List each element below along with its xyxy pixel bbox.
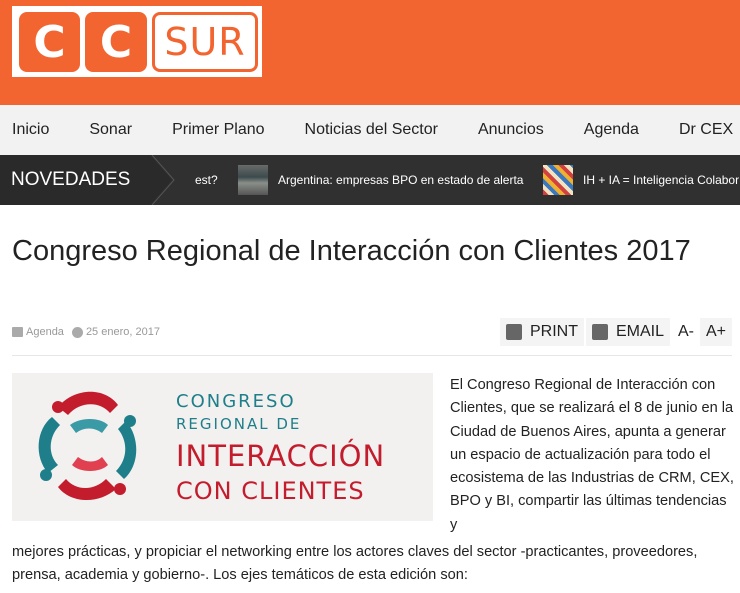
envelope-icon: [591, 324, 608, 340]
news-ticker: NOVEDADES est? Argentina: empresas BPO e…: [0, 155, 740, 205]
figure-line-3: INTERACCIÓN: [176, 439, 386, 473]
main-nav: Inicio Sonar Primer Plano Noticias del S…: [0, 105, 740, 155]
ticker-item-text: IH + IA = Inteligencia Colabor: [583, 173, 740, 187]
folder-icon: [12, 327, 23, 337]
font-increase-button[interactable]: A+: [699, 318, 732, 346]
article-body-part2: mejores prácticas, y propiciar el networ…: [12, 544, 698, 584]
email-label: EMAIL: [615, 323, 664, 340]
logo-letter-c2: C: [85, 12, 147, 72]
figure-line-4: CON CLIENTES: [176, 477, 365, 505]
ticker-item[interactable]: est?: [195, 155, 218, 205]
printer-icon: [505, 324, 522, 340]
nav-item-inicio[interactable]: Inicio: [12, 121, 49, 139]
ticker-item-text: Argentina: empresas BPO en estado de ale…: [278, 173, 524, 187]
nav-item-agenda[interactable]: Agenda: [584, 121, 639, 139]
ticker-item-text: est?: [195, 173, 218, 187]
article-category[interactable]: Agenda: [26, 326, 64, 338]
ticker-item[interactable]: Argentina: empresas BPO en estado de ale…: [238, 155, 523, 205]
nav-item-primer-plano[interactable]: Primer Plano: [172, 121, 264, 139]
print-label: PRINT: [529, 323, 578, 340]
nav-item-dr-cex[interactable]: Dr CEX: [679, 121, 733, 139]
nav-item-anuncios[interactable]: Anuncios: [478, 121, 544, 139]
site-header: C C SUR: [0, 0, 740, 105]
article-body-part1: El Congreso Regional de Interacción con …: [450, 377, 734, 533]
email-button[interactable]: EMAIL: [585, 318, 670, 346]
ticker-item[interactable]: IH + IA = Inteligencia Colabor: [543, 155, 739, 205]
font-decrease-button[interactable]: A-: [674, 323, 698, 341]
nav-item-noticias[interactable]: Noticias del Sector: [305, 121, 438, 139]
divider: [12, 355, 732, 356]
logo-letter-c1: C: [19, 12, 80, 72]
figure-line-1: CONGRESO: [176, 391, 296, 412]
congress-logo-icon: [38, 391, 137, 501]
article-image: CONGRESO REGIONAL DE INTERACCIÓN CON CLI…: [12, 373, 433, 521]
ticker-thumbnail-image: [238, 165, 268, 195]
print-button[interactable]: PRINT: [499, 318, 584, 346]
ticker-chevron-icon: [152, 155, 175, 205]
ticker-thumbnail-image: [543, 165, 573, 195]
article-meta: Agenda 25 enero, 2017: [12, 326, 160, 338]
article-tools: PRINT EMAIL A- A+: [498, 318, 732, 346]
nav-item-sonar[interactable]: Sonar: [89, 121, 132, 139]
figure-line-2: REGIONAL DE: [176, 415, 302, 433]
logo-word-sur: SUR: [152, 12, 258, 72]
article-date: 25 enero, 2017: [85, 326, 160, 338]
site-logo[interactable]: C C SUR: [12, 6, 262, 77]
clock-icon: [71, 326, 83, 338]
article-title: Congreso Regional de Interacción con Cli…: [12, 235, 691, 267]
ticker-label: NOVEDADES: [0, 155, 150, 205]
